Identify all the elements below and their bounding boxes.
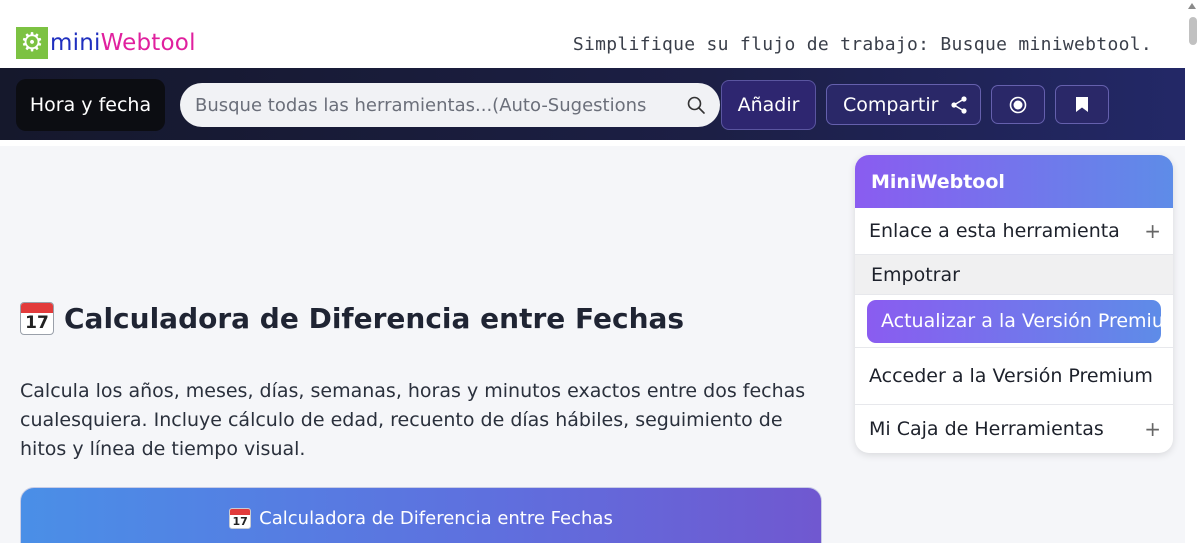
calendar-day: 17 — [25, 313, 49, 333]
access-premium-item[interactable]: Acceder a la Versión Premium — [855, 348, 1173, 405]
logo-text: miniWebtool — [50, 30, 196, 56]
link-to-tool-item[interactable]: Enlace a esta herramienta + — [855, 208, 1173, 255]
my-toolbox-label: Mi Caja de Herramientas — [869, 417, 1104, 440]
calculator-card-title: 17 Calculadora de Diferencia entre Fecha… — [21, 508, 821, 529]
site-logo[interactable]: ⚙ miniWebtool — [16, 27, 196, 59]
embed-label: Empotrar — [871, 263, 960, 286]
bookmark-button[interactable] — [1055, 85, 1109, 124]
calendar-icon: 17 — [229, 508, 252, 529]
scroll-up-arrow-icon[interactable] — [1188, 3, 1196, 9]
page-title-text: Calculadora de Diferencia entre Fechas — [64, 302, 685, 335]
page-title: 17 Calculadora de Diferencia entre Fecha… — [20, 302, 684, 335]
category-button[interactable]: Hora y fecha — [16, 79, 165, 131]
embed-item[interactable]: Empotrar — [855, 255, 1173, 295]
record-button[interactable] — [991, 85, 1045, 124]
upgrade-item: Actualizar a la Versión Premium — [855, 295, 1173, 348]
add-button[interactable]: Añadir — [721, 80, 816, 130]
header-divider — [0, 140, 1185, 146]
bookmark-icon — [1076, 97, 1088, 112]
page-description: Calcula los años, meses, días, semanas, … — [20, 380, 806, 460]
calculator-card-title-text: Calculadora de Diferencia entre Fechas — [259, 508, 613, 529]
search-icon[interactable] — [686, 95, 706, 115]
upgrade-premium-button[interactable]: Actualizar a la Versión Premium — [867, 299, 1161, 343]
logo-text-mini: mini — [50, 30, 101, 56]
expand-icon[interactable]: + — [1144, 417, 1161, 441]
logo-text-webtool: Webtool — [100, 30, 196, 56]
search-input[interactable] — [195, 94, 675, 116]
share-icon — [951, 95, 968, 114]
record-icon — [1009, 96, 1027, 113]
widget-title: MiniWebtool — [855, 155, 1173, 208]
my-toolbox-item[interactable]: Mi Caja de Herramientas + — [855, 405, 1173, 452]
link-to-tool-label: Enlace a esta herramienta — [869, 220, 1120, 242]
search-bar[interactable] — [180, 83, 720, 127]
page-scrollbar[interactable] — [1185, 0, 1200, 543]
top-header: ⚙ miniWebtool Simplifique su flujo de tr… — [0, 0, 1185, 68]
calendar-day: 17 — [232, 515, 248, 528]
miniwebtool-widget: MiniWebtool Enlace a esta herramienta + … — [855, 155, 1173, 453]
calendar-icon: 17 — [20, 302, 54, 335]
expand-icon[interactable]: + — [1144, 219, 1161, 243]
calculator-card: 17 Calculadora de Diferencia entre Fecha… — [20, 487, 822, 543]
tagline: Simplifique su flujo de trabajo: Busque … — [572, 34, 1152, 55]
access-premium-label: Acceder a la Versión Premium — [869, 365, 1153, 387]
share-button[interactable]: Compartir — [826, 84, 981, 125]
scrollbar-thumb[interactable] — [1189, 17, 1197, 45]
share-button-label: Compartir — [843, 93, 939, 116]
gear-icon: ⚙ — [16, 27, 48, 59]
